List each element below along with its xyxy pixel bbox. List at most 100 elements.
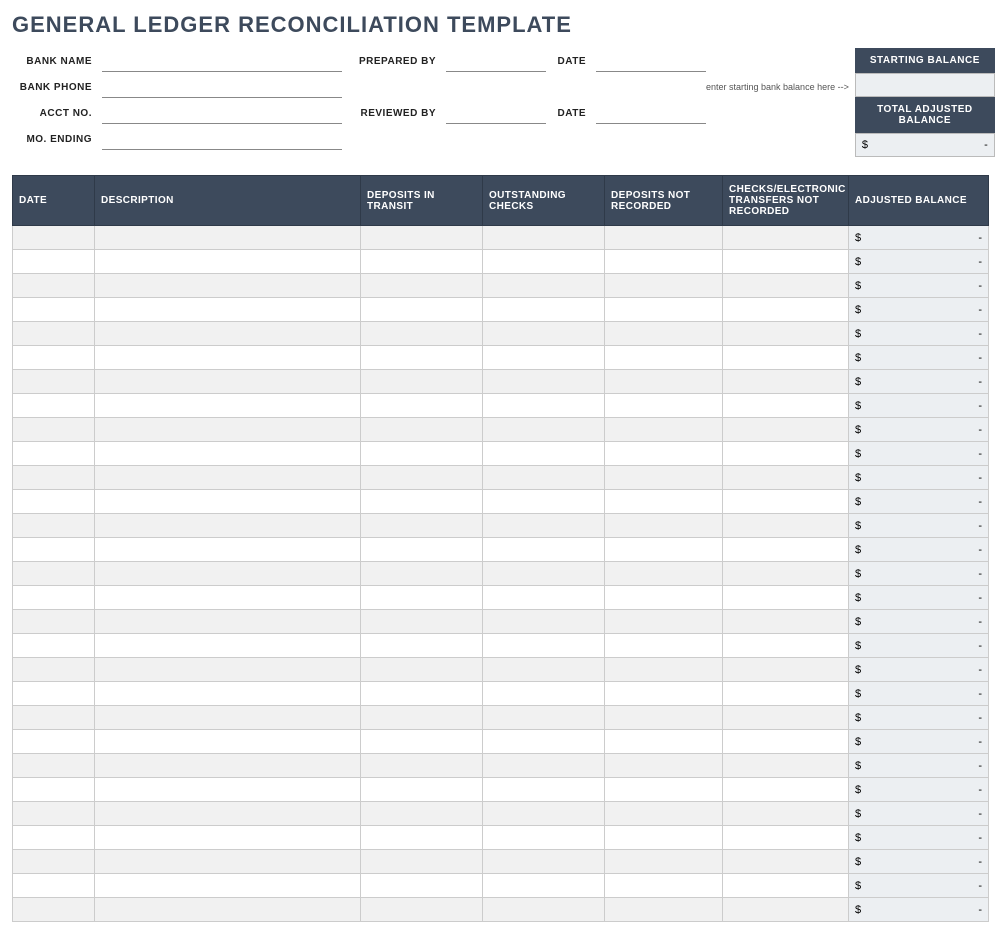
table-cell[interactable] [95,322,361,346]
table-cell[interactable] [13,730,95,754]
table-cell[interactable] [13,706,95,730]
table-cell[interactable] [361,778,483,802]
table-cell[interactable] [483,634,605,658]
table-cell[interactable] [605,538,723,562]
table-cell[interactable] [605,802,723,826]
table-cell[interactable] [95,514,361,538]
table-cell[interactable] [95,418,361,442]
table-cell[interactable] [13,634,95,658]
table-cell[interactable] [723,538,849,562]
table-cell[interactable] [95,730,361,754]
table-cell[interactable] [605,562,723,586]
table-cell[interactable] [723,466,849,490]
table-cell[interactable] [361,610,483,634]
table-cell[interactable] [723,346,849,370]
table-cell[interactable] [95,442,361,466]
table-cell[interactable] [605,874,723,898]
table-cell[interactable] [483,898,605,922]
table-cell[interactable] [13,514,95,538]
table-cell[interactable] [723,682,849,706]
table-cell[interactable] [13,418,95,442]
table-cell[interactable] [361,370,483,394]
table-cell[interactable] [723,658,849,682]
table-cell[interactable] [483,610,605,634]
table-cell[interactable] [95,850,361,874]
table-cell[interactable] [361,850,483,874]
table-cell[interactable] [723,226,849,250]
table-cell[interactable] [483,442,605,466]
table-cell[interactable] [605,898,723,922]
table-cell[interactable] [361,706,483,730]
table-cell[interactable] [483,874,605,898]
table-cell[interactable] [95,754,361,778]
table-cell[interactable] [95,370,361,394]
table-cell[interactable] [605,610,723,634]
table-cell[interactable] [361,346,483,370]
table-cell[interactable] [723,370,849,394]
table-cell[interactable] [361,226,483,250]
table-cell[interactable] [95,634,361,658]
table-cell[interactable] [723,274,849,298]
table-cell[interactable] [361,250,483,274]
table-cell[interactable] [605,394,723,418]
table-cell[interactable] [13,658,95,682]
table-cell[interactable] [95,586,361,610]
table-cell[interactable] [361,274,483,298]
table-cell[interactable] [605,442,723,466]
table-cell[interactable] [723,850,849,874]
table-cell[interactable] [13,850,95,874]
table-cell[interactable] [605,418,723,442]
table-cell[interactable] [605,490,723,514]
table-cell[interactable] [95,682,361,706]
table-cell[interactable] [13,322,95,346]
acct-no-input[interactable] [102,102,342,124]
table-cell[interactable] [95,826,361,850]
table-cell[interactable] [361,442,483,466]
table-cell[interactable] [13,778,95,802]
table-cell[interactable] [605,778,723,802]
table-cell[interactable] [483,394,605,418]
table-cell[interactable] [361,682,483,706]
table-cell[interactable] [605,370,723,394]
table-cell[interactable] [361,730,483,754]
table-cell[interactable] [483,226,605,250]
prepared-by-input[interactable] [446,50,546,72]
table-cell[interactable] [605,658,723,682]
table-cell[interactable] [723,706,849,730]
table-cell[interactable] [483,826,605,850]
table-cell[interactable] [95,466,361,490]
table-cell[interactable] [95,394,361,418]
table-cell[interactable] [723,874,849,898]
table-cell[interactable] [723,610,849,634]
table-cell[interactable] [483,586,605,610]
table-cell[interactable] [483,706,605,730]
table-cell[interactable] [723,778,849,802]
table-cell[interactable] [13,826,95,850]
table-cell[interactable] [95,610,361,634]
table-cell[interactable] [723,490,849,514]
table-cell[interactable] [483,802,605,826]
table-cell[interactable] [13,226,95,250]
table-cell[interactable] [483,538,605,562]
prepared-date-input[interactable] [596,50,706,72]
table-cell[interactable] [361,898,483,922]
table-cell[interactable] [723,514,849,538]
table-cell[interactable] [605,274,723,298]
table-cell[interactable] [13,466,95,490]
table-cell[interactable] [605,226,723,250]
table-cell[interactable] [361,826,483,850]
table-cell[interactable] [361,514,483,538]
table-cell[interactable] [13,586,95,610]
table-cell[interactable] [361,322,483,346]
table-cell[interactable] [483,418,605,442]
table-cell[interactable] [723,298,849,322]
table-cell[interactable] [723,802,849,826]
table-cell[interactable] [723,634,849,658]
table-cell[interactable] [361,874,483,898]
table-cell[interactable] [483,250,605,274]
table-cell[interactable] [483,754,605,778]
table-cell[interactable] [483,778,605,802]
table-cell[interactable] [605,514,723,538]
table-cell[interactable] [605,730,723,754]
table-cell[interactable] [361,298,483,322]
